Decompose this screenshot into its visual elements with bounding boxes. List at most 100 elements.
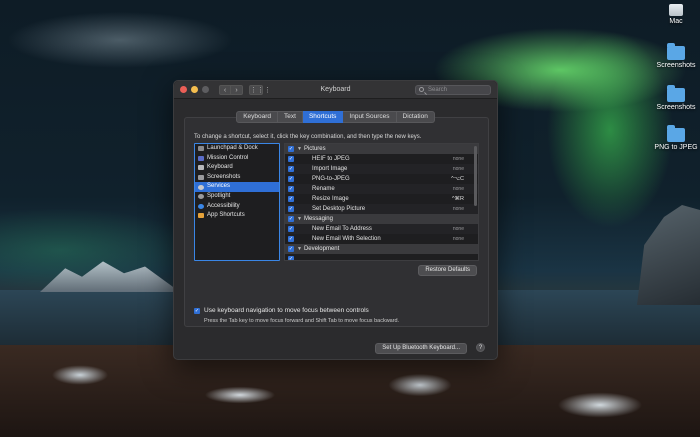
shortcut-group-name: Pictures — [303, 146, 326, 152]
shortcut-row[interactable]: ✓ Import Image none — [285, 164, 478, 174]
shortcut-key[interactable]: none — [453, 156, 464, 162]
shortcut-name: Resize Image — [312, 196, 349, 202]
shortcut-group-row[interactable]: ✓ ▼ Pictures — [285, 144, 478, 154]
category-label: Services — [207, 183, 231, 190]
shortcut-key[interactable]: none — [453, 206, 464, 212]
shortcut-group-name: Messaging — [303, 216, 333, 222]
search-icon — [419, 87, 424, 92]
shortcut-row[interactable]: ✓ PNG-to-JPEG ^⌥C — [285, 174, 478, 184]
shortcut-checkbox[interactable]: ✓ — [288, 156, 294, 162]
accessibility-icon — [198, 203, 204, 209]
shortcut-name: New Email To Address — [312, 226, 372, 232]
category-keyboard[interactable]: Keyboard — [195, 163, 279, 173]
minimize-button[interactable] — [191, 86, 198, 93]
desktop-icon-label: Mac — [669, 18, 683, 25]
gear-icon — [198, 184, 204, 190]
tab-bar: Keyboard Text Shortcuts Input Sources Di… — [174, 111, 497, 123]
shortcut-key[interactable]: ^⌘R — [452, 196, 464, 202]
category-label: Screenshots — [207, 173, 241, 180]
shortcut-checkbox[interactable]: ✓ — [288, 226, 294, 232]
title-bar: ‹ › ⋮⋮⋮ Keyboard Search — [174, 81, 497, 99]
shortcut-row[interactable]: ✓ Set Desktop Picture none — [285, 204, 478, 214]
shortcut-group-row[interactable]: ✓ ▼ Development — [285, 244, 478, 254]
category-spotlight[interactable]: Spotlight — [195, 192, 279, 202]
help-button[interactable]: ? — [476, 343, 485, 352]
shortcut-key[interactable]: none — [453, 186, 464, 192]
shortcut-checkbox[interactable]: ✓ — [288, 256, 294, 260]
category-app-shortcuts[interactable]: App Shortcuts — [195, 211, 279, 221]
disclosure-triangle-icon[interactable]: ▼ — [297, 246, 302, 252]
back-button[interactable]: ‹ — [219, 84, 231, 95]
shortcut-key[interactable]: none — [453, 226, 464, 232]
shortcut-checkbox[interactable]: ✓ — [288, 196, 294, 202]
keyboard-navigation-label: Use keyboard navigation to move focus be… — [204, 307, 369, 314]
shortcut-key[interactable]: ^⌥C — [451, 176, 464, 182]
shortcut-row[interactable]: ✓ Resize Image ^⌘R — [285, 194, 478, 204]
shortcut-category-list[interactable]: Launchpad & Dock Mission Control Keyboar… — [194, 143, 280, 261]
shortcut-row[interactable]: ✓ HEIF to JPEG none — [285, 154, 478, 164]
folder-icon — [667, 125, 685, 142]
shortcut-checkbox[interactable]: ✓ — [288, 146, 294, 152]
shortcut-checkbox[interactable]: ✓ — [288, 186, 294, 192]
category-label: Mission Control — [207, 154, 249, 161]
category-launchpad-dock[interactable]: Launchpad & Dock — [195, 144, 279, 154]
launchpad-icon — [198, 146, 204, 152]
desktop-icon-png-to-jpeg[interactable]: PNG to JPEG — [654, 125, 698, 152]
shortcut-checkbox[interactable]: ✓ — [288, 216, 294, 222]
desktop-icon-screenshots-1[interactable]: Screenshots — [654, 43, 698, 70]
category-accessibility[interactable]: Accessibility — [195, 202, 279, 212]
category-services[interactable]: Services — [195, 182, 279, 192]
shortcut-row[interactable]: ✓ Rename none — [285, 184, 478, 194]
shortcut-checkbox[interactable]: ✓ — [288, 236, 294, 242]
shortcut-key[interactable]: none — [453, 236, 464, 242]
shortcut-name: New Email With Selection — [312, 236, 381, 242]
show-all-grid-button[interactable]: ⋮⋮⋮ — [249, 84, 271, 95]
setup-bluetooth-keyboard-button[interactable]: Set Up Bluetooth Keyboard... — [375, 343, 467, 354]
search-placeholder: Search — [428, 87, 448, 93]
shortcut-checkbox[interactable]: ✓ — [288, 166, 294, 172]
desktop-icon-label: Screenshots — [656, 62, 696, 69]
mission-control-icon — [198, 155, 204, 161]
shortcut-checkbox[interactable]: ✓ — [288, 206, 294, 212]
tab-shortcuts[interactable]: Shortcuts — [302, 111, 344, 123]
shortcut-table-scrollbar[interactable] — [474, 146, 477, 206]
shortcut-name: PNG-to-JPEG — [312, 176, 350, 182]
shortcut-name: Import Image — [312, 166, 348, 172]
shortcut-table[interactable]: ✓ ▼ Pictures ✓ HEIF to JPEG none ✓ Impor… — [284, 143, 479, 261]
category-label: Spotlight — [207, 192, 231, 199]
shortcut-row[interactable]: ✓ New Email With Selection none — [285, 234, 478, 244]
category-screenshots[interactable]: Screenshots — [195, 173, 279, 183]
drive-icon — [669, 4, 683, 16]
desktop-icon-label: PNG to JPEG — [654, 144, 698, 151]
restore-defaults-button[interactable]: Restore Defaults — [418, 265, 477, 276]
shortcut-group-row[interactable]: ✓ ▼ Messaging — [285, 214, 478, 224]
folder-icon — [667, 43, 685, 60]
forward-button[interactable]: › — [231, 84, 243, 95]
disclosure-triangle-icon[interactable]: ▼ — [297, 146, 302, 152]
keyboard-navigation-option[interactable]: ✓ Use keyboard navigation to move focus … — [194, 307, 369, 314]
category-label: Keyboard — [207, 164, 233, 171]
keyboard-navigation-checkbox[interactable]: ✓ — [194, 307, 200, 314]
tab-dictation[interactable]: Dictation — [396, 111, 435, 123]
nav-buttons: ‹ › — [219, 84, 243, 95]
tab-input-sources[interactable]: Input Sources — [343, 111, 397, 123]
disclosure-triangle-icon[interactable]: ▼ — [297, 216, 302, 222]
category-label: Accessibility — [207, 202, 240, 209]
shortcut-name: Rename — [312, 186, 335, 192]
tab-keyboard[interactable]: Keyboard — [236, 111, 279, 123]
shortcut-key[interactable]: none — [453, 166, 464, 172]
close-button[interactable] — [180, 86, 187, 93]
spotlight-icon — [198, 194, 204, 200]
shortcut-row[interactable]: ✓ New Email To Address none — [285, 224, 478, 234]
shortcut-checkbox[interactable]: ✓ — [288, 246, 294, 252]
zoom-button[interactable] — [202, 86, 209, 93]
category-label: Launchpad & Dock — [207, 145, 258, 151]
desktop-icon-label: Screenshots — [656, 104, 696, 111]
category-mission-control[interactable]: Mission Control — [195, 154, 279, 164]
shortcut-row[interactable]: ✓ — [285, 254, 478, 260]
search-field[interactable]: Search — [415, 85, 491, 95]
desktop-icon-mac[interactable]: Mac — [654, 4, 698, 26]
desktop-icon-screenshots-2[interactable]: Screenshots — [654, 85, 698, 112]
shortcut-checkbox[interactable]: ✓ — [288, 176, 294, 182]
tab-text[interactable]: Text — [278, 111, 303, 123]
